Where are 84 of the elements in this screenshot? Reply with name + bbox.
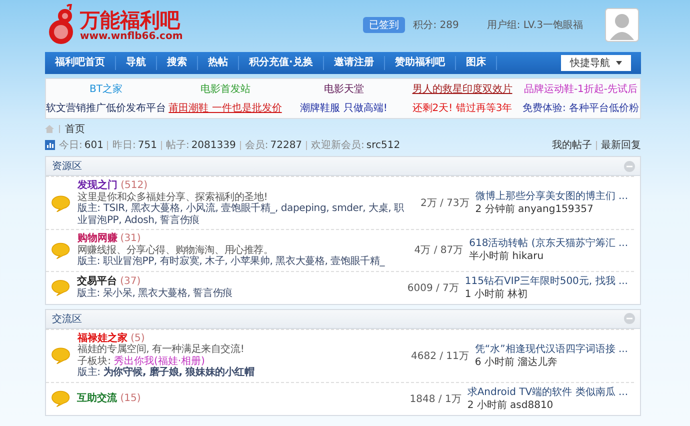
- nav-link[interactable]: 图床: [456, 56, 497, 70]
- last-post-link[interactable]: 微博上那些分享美女图的博主们 ...: [475, 190, 628, 203]
- forum-count: (512): [120, 180, 148, 191]
- stat-value: src512: [366, 140, 400, 150]
- nav-link[interactable]: 积分充值·兑换: [239, 56, 324, 70]
- stat-label: 今日:: [59, 139, 82, 152]
- ad-link[interactable]: 电影首发站: [166, 82, 284, 96]
- moderators-text: 版主: 为你守候, 磨子娘, 狼妹妹的小红帽: [78, 367, 256, 378]
- stats-link[interactable]: 最新回复: [601, 138, 641, 152]
- thread-post-counts: 6009 / 7万: [407, 282, 459, 294]
- last-post-link[interactable]: 618活动转帖 (京东天猫苏宁筹汇 ...: [469, 237, 628, 250]
- forum-count: (15): [120, 392, 141, 404]
- ad-link[interactable]: 男人的救星印度双效片: [403, 82, 522, 96]
- collapse-icon[interactable]: [624, 160, 635, 172]
- ad-link[interactable]: 品牌运动鞋-1折起-先试后: [522, 82, 640, 96]
- ad-link[interactable]: 免费体验: 各种平台低价粉: [522, 101, 640, 115]
- forum-name[interactable]: 购物网赚: [77, 233, 118, 244]
- points-text: 积分: 289: [413, 19, 459, 32]
- nav-link[interactable]: 福利吧首页: [45, 56, 116, 70]
- moderators-text: 版主: TSIR, 黑衣大蔓格, 小风流, 壹饱眼千精_, dapeping, smder, 大桌, 职业冒泡PP, Adosh, 誓言伤痕: [78, 203, 405, 226]
- last-post-link[interactable]: 凭“水”相逢现代汉语四字词语接 ...: [474, 342, 628, 356]
- speech-bubble-icon: [51, 347, 71, 364]
- home-icon[interactable]: [45, 124, 54, 132]
- last-post-meta: 1 小时前 林初: [464, 288, 529, 300]
- signed-in-badge: 已签到: [363, 17, 406, 33]
- last-post-meta: 2 小时前 asd8810: [467, 398, 554, 412]
- stat-value: 751: [138, 140, 157, 150]
- collapse-icon[interactable]: [624, 313, 635, 324]
- nav-link[interactable]: 邀请注册: [324, 56, 385, 70]
- last-post-meta: 6 小时前 溜达儿奔: [474, 356, 559, 368]
- forum-description: 网赚线报、分享心得、购物海淘、用心推荐。: [77, 244, 274, 256]
- stat-label: 欢迎新会员:: [311, 138, 364, 152]
- chart-icon: [45, 140, 55, 150]
- last-post-link[interactable]: 求Android TV端的软件 类似南瓜 ...: [467, 386, 628, 398]
- speech-bubble-icon: [51, 390, 70, 407]
- stat-value: 72287: [270, 140, 302, 150]
- subforum-label: 子板块:: [78, 356, 111, 366]
- forum-count: (5): [130, 332, 145, 344]
- ad-link[interactable]: 软文营销推广低价发布平台: [46, 101, 166, 115]
- nav-link[interactable]: 导航: [116, 56, 157, 70]
- forum-name[interactable]: 互助交流: [77, 392, 118, 404]
- speech-bubble-icon: [51, 279, 70, 296]
- speech-bubble-icon: [51, 194, 71, 212]
- ad-link[interactable]: 莆田潮鞋 一件也是批发价: [166, 101, 284, 115]
- ad-link[interactable]: 还剩2天! 错过再等3年: [403, 101, 522, 115]
- last-post-link[interactable]: 115钻石VIP三年限时500元, 找我 ...: [464, 274, 628, 288]
- avatar[interactable]: [605, 8, 639, 42]
- forum-description: 这里是你和众多福娃分享、探索福利的圣地!: [78, 192, 269, 202]
- speech-bubble-icon: [51, 242, 70, 259]
- user-group-text: 用户组: LV.3一饱眼福: [486, 18, 583, 32]
- thread-post-counts: 2万 / 73万: [420, 198, 470, 209]
- forum-name[interactable]: 福禄娃之家: [78, 332, 128, 344]
- ad-link[interactable]: BT之家: [46, 82, 166, 96]
- forum-name[interactable]: 交易平台: [77, 276, 118, 287]
- thread-post-counts: 1848 / 1万: [410, 394, 462, 404]
- thread-post-counts: 4682 / 11万: [411, 350, 469, 362]
- stat-value: 2081339: [191, 140, 236, 150]
- forum-description: 福娃的专属空间, 有一种满足来自交流!: [78, 344, 246, 356]
- logo-title: 万能福利吧: [80, 8, 180, 30]
- caret-icon: [616, 61, 622, 65]
- stat-label: 会员:: [244, 139, 268, 152]
- nav-link[interactable]: 搜索: [157, 56, 198, 70]
- nav-link[interactable]: 赞助福利吧: [384, 56, 456, 70]
- breadcrumb-link[interactable]: 首页: [65, 122, 85, 136]
- section-title: 交流区: [52, 312, 82, 326]
- thread-post-counts: 4万 / 87万: [414, 245, 464, 256]
- moderators-text: 版主: 呆小呆, 黑衣大蔓格, 誓言伤痕: [77, 288, 234, 299]
- subforum-link[interactable]: 秀出你我(福娃·相册): [114, 356, 205, 366]
- stat-label: 昨日:: [112, 139, 136, 152]
- ad-link[interactable]: 电影天堂: [284, 82, 403, 96]
- forum-name[interactable]: 发现之门: [78, 180, 118, 191]
- nav-link[interactable]: 热帖: [198, 56, 239, 70]
- logo-url: www.wnflb66.com: [80, 30, 183, 42]
- forum-count: (37): [120, 276, 141, 287]
- last-post-meta: 半小时前 hikaru: [469, 250, 545, 264]
- ad-link[interactable]: 潮牌鞋服 只做高端!: [284, 101, 403, 115]
- stats-link[interactable]: 我的帖子: [552, 138, 592, 152]
- quick-nav-button[interactable]: 快捷导航: [561, 55, 631, 71]
- section-title: 资源区: [52, 160, 82, 173]
- forum-count: (31): [120, 233, 141, 244]
- moderators-text: 版主: 职业冒泡PP, 有时寂寞, 木子, 小苹果帅, 黑衣大蔓格, 壹饱眼千精_: [77, 256, 386, 268]
- last-post-meta: 2 分钟前 anyang159357: [475, 203, 594, 216]
- stat-label: 帖子:: [166, 138, 190, 152]
- stat-value: 601: [84, 140, 104, 150]
